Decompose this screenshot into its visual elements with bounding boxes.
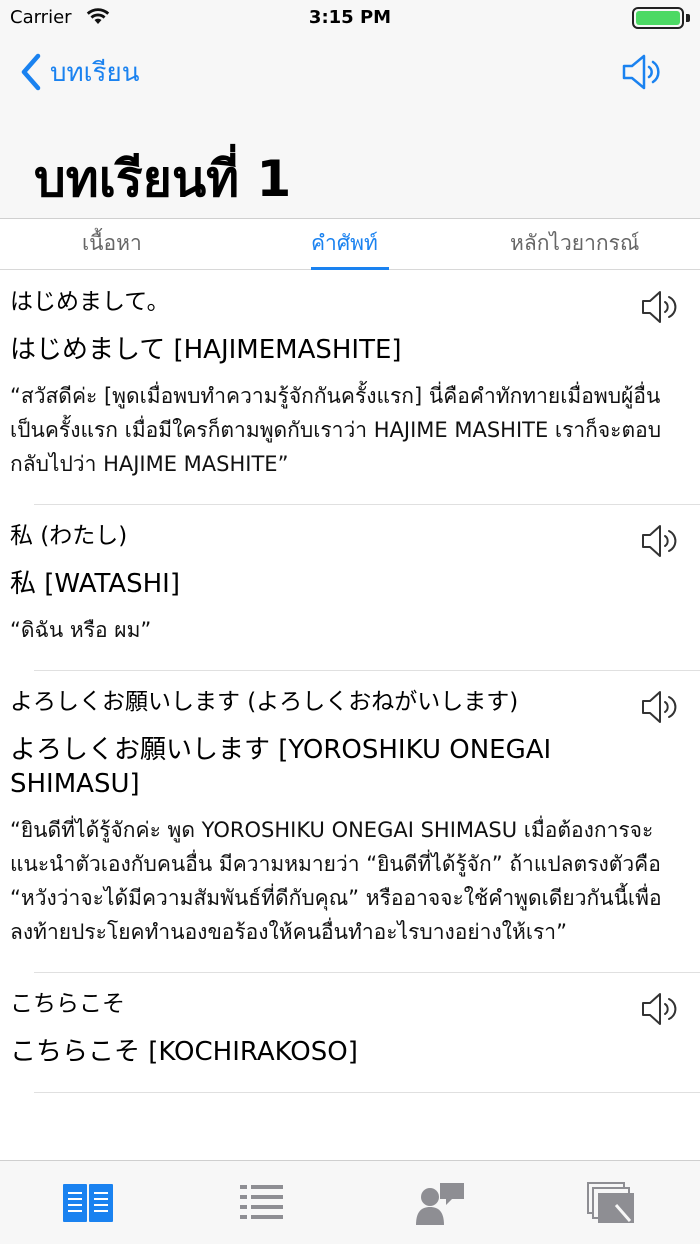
speaker-icon[interactable]	[640, 521, 680, 561]
speaker-icon[interactable]	[640, 989, 680, 1029]
tab-content[interactable]: เนื้อหา	[82, 227, 142, 260]
entry-reading: よろしくお願いします [YOROSHIKU ONEGAI SHIMASU]	[10, 735, 552, 799]
entry-meaning: “ดิฉัน หรือ ผม”	[10, 618, 152, 642]
entry-word: よろしくお願いします (よろしくおねがいします)	[10, 689, 519, 715]
battery-icon	[632, 7, 684, 29]
list-item: よろしくお願いします (よろしくおねがいします) よろしくお願いします [YOR…	[0, 671, 700, 973]
list-item: こちらこそ こちらこそ [KOCHIRAKOSO]	[0, 973, 700, 1093]
entry-reading: はじめまして [HAJIMEMASHITE]	[10, 335, 402, 365]
active-tab-indicator	[311, 267, 389, 270]
speaker-icon[interactable]	[640, 687, 680, 727]
entry-word: 私 (わたし)	[10, 523, 128, 549]
flashcards-icon[interactable]	[586, 1181, 638, 1227]
book-icon[interactable]	[62, 1181, 114, 1227]
conversation-icon[interactable]	[414, 1181, 466, 1227]
entry-word: こちらこそ	[10, 991, 125, 1017]
back-button-label: บทเรียน	[50, 57, 140, 88]
entry-meaning: “สวัสดีค่ะ [พูดเมื่อพบทำความรู้จักกันครั…	[10, 384, 662, 476]
vocabulary-list: はじめまして。 はじめまして [HAJIMEMASHITE] “สวัสดีค่…	[0, 271, 700, 1159]
speaker-icon[interactable]	[620, 52, 664, 92]
entry-reading: 私 [WATASHI]	[10, 569, 180, 599]
list-item: 私 (わたし) 私 [WATASHI] “ดิฉัน หรือ ผม”	[0, 505, 700, 671]
bottom-tab-bar	[0, 1160, 700, 1244]
status-time: 3:15 PM	[308, 7, 392, 28]
tab-grammar[interactable]: หลักไวยากรณ์	[510, 227, 639, 260]
entry-word: はじめまして。	[10, 289, 170, 315]
header: Carrier 3:15 PM บทเรียน บทเรียนที่ 1	[0, 0, 700, 218]
entry-reading: こちらこそ [KOCHIRAKOSO]	[10, 1037, 358, 1067]
list-icon[interactable]	[236, 1181, 288, 1227]
back-button[interactable]: บทเรียน	[18, 50, 140, 94]
tab-vocabulary[interactable]: คำศัพท์	[311, 227, 378, 260]
speaker-icon[interactable]	[640, 287, 680, 327]
battery-tip	[686, 14, 690, 22]
entry-meaning: “ยินดีที่ได้รู้จักค่ะ พูด YOROSHIKU ONEG…	[10, 818, 662, 944]
list-item: はじめまして。 はじめまして [HAJIMEMASHITE] “สวัสดีค่…	[0, 271, 700, 505]
chevron-left-icon	[21, 53, 41, 91]
status-bar: Carrier 3:15 PM	[0, 0, 700, 40]
page-title: บทเรียนที่ 1	[34, 150, 292, 208]
segment-tabs: เนื้อหา คำศัพท์ หลักไวยากรณ์	[0, 218, 700, 270]
